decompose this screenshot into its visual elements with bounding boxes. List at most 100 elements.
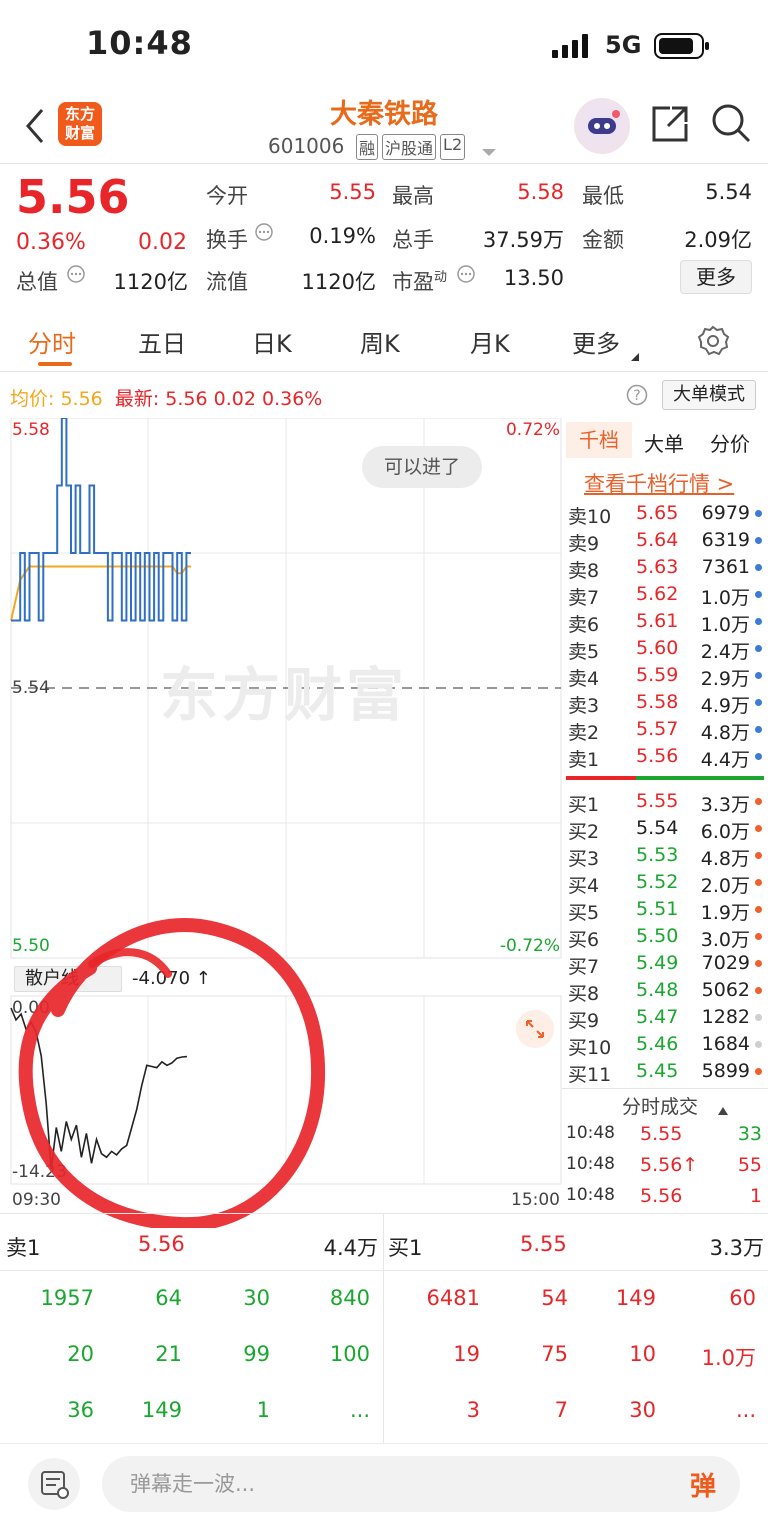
bid-row[interactable]: 买3 5.53 4.8万 xyxy=(562,842,768,870)
book-tab-big[interactable]: 大单 xyxy=(644,428,684,457)
danmu-list-icon[interactable] xyxy=(28,1458,80,1510)
level-price: 5.54 xyxy=(636,817,679,839)
tab-day-k[interactable]: 日K xyxy=(252,324,292,359)
field-label: 金额 xyxy=(582,228,624,252)
share-icon[interactable] xyxy=(650,104,690,144)
more-info-icon[interactable] xyxy=(254,222,274,242)
level-label: 卖2 xyxy=(568,722,600,744)
bid-row[interactable]: 买8 5.48 5062 xyxy=(562,977,768,1005)
assistant-avatar-icon[interactable] xyxy=(574,98,630,154)
help-icon[interactable]: ? xyxy=(626,384,648,406)
level-dot xyxy=(755,726,762,733)
expand-icon[interactable] xyxy=(516,1010,554,1048)
ask-row[interactable]: 卖10 5.65 6979 xyxy=(562,500,768,528)
tab-intraday[interactable]: 分时 xyxy=(28,324,76,359)
field-value: 0.19% xyxy=(309,224,376,248)
stock-header: 东方 财富 大秦铁路 601006 融 沪股通 L2 xyxy=(0,90,768,164)
tick-volume: 55 xyxy=(737,1154,762,1176)
svg-text:?: ? xyxy=(633,388,640,404)
tick-row: 10:48 5.55 33 xyxy=(562,1120,768,1151)
book-tab-price[interactable]: 分价 xyxy=(710,428,750,457)
bid-row[interactable]: 买7 5.49 7029 xyxy=(562,950,768,978)
danmu-input[interactable]: 弹幕走一波... xyxy=(102,1456,682,1512)
status-time: 10:48 xyxy=(86,24,193,62)
order-cell: 149 xyxy=(141,1398,182,1422)
level-label: 买5 xyxy=(568,902,600,924)
more-info-icon[interactable] xyxy=(456,264,476,284)
ask-row[interactable]: 卖7 5.62 1.0万 xyxy=(562,581,768,609)
level-dot xyxy=(755,879,762,886)
tab-more[interactable]: 更多 xyxy=(572,324,620,359)
pct-label-top: 0.72% xyxy=(505,420,560,440)
divider xyxy=(0,1270,768,1271)
level-dot xyxy=(755,537,762,544)
level-price: 5.47 xyxy=(636,1006,679,1028)
bid-row[interactable]: 买5 5.51 1.9万 xyxy=(562,896,768,924)
bid-row[interactable]: 买9 5.47 1282 xyxy=(562,1004,768,1032)
ask-row[interactable]: 卖3 5.58 4.9万 xyxy=(562,689,768,717)
pct-label-bottom: -0.72% xyxy=(499,936,560,956)
ask-row[interactable]: 卖9 5.64 6319 xyxy=(562,527,768,555)
danmu-send-button[interactable]: 弹 xyxy=(680,1456,740,1512)
field-label: 最高 xyxy=(392,184,434,208)
level-price: 5.56 xyxy=(636,745,679,767)
level-label: 卖7 xyxy=(568,587,600,609)
book-tab-thousand[interactable]: 千档 xyxy=(566,422,632,458)
more-info-icon[interactable] xyxy=(66,264,86,284)
bid-row[interactable]: 买6 5.50 3.0万 xyxy=(562,923,768,951)
ask-row[interactable]: 卖8 5.63 7361 xyxy=(562,554,768,582)
more-button[interactable]: 更多 xyxy=(680,260,752,294)
level1-detail: 卖1 5.56 4.4万 买1 5.55 3.3万 1957 64 30 840 20 2… xyxy=(0,1213,768,1444)
bid-row[interactable]: 买4 5.52 2.0万 xyxy=(562,869,768,897)
intraday-chart[interactable]: 东方财富 5.58 5.54 5.50 0.72% -0.72% 可以进了 散户… xyxy=(0,417,562,1228)
bid-row[interactable]: 买11 5.45 5899 xyxy=(562,1058,768,1086)
danmu-input-bar: 弹幕走一波... 弹 xyxy=(0,1443,768,1516)
order-cell: 64 xyxy=(155,1286,182,1310)
level-label: 卖4 xyxy=(568,668,600,690)
order-cell: 1957 xyxy=(40,1286,94,1310)
level-label: 卖5 xyxy=(568,641,600,663)
tab-week-k[interactable]: 周K xyxy=(360,324,400,359)
ask-row[interactable]: 卖4 5.59 2.9万 xyxy=(562,662,768,690)
ticks-header[interactable]: 分时成交 xyxy=(622,1092,698,1119)
level-price: 5.65 xyxy=(636,502,679,524)
settings-gear-icon[interactable] xyxy=(696,324,730,358)
sell1-vol: 4.4万 xyxy=(323,1236,378,1260)
level-price: 5.63 xyxy=(636,556,679,578)
level-volume: 7361 xyxy=(701,556,750,578)
level-price: 5.45 xyxy=(636,1060,679,1082)
tick-time: 10:48 xyxy=(566,1154,615,1174)
level-label: 买8 xyxy=(568,983,600,1005)
change-pct: 0.36% xyxy=(16,230,86,255)
level-volume: 2.0万 xyxy=(700,875,750,897)
bid-row[interactable]: 买1 5.55 3.3万 xyxy=(562,788,768,816)
latest-value: 5.56 xyxy=(165,388,208,410)
ask-row[interactable]: 卖5 5.60 2.4万 xyxy=(562,635,768,663)
ask-row[interactable]: 卖2 5.57 4.8万 xyxy=(562,716,768,744)
field-label: 今开 xyxy=(206,184,248,208)
level-price: 5.51 xyxy=(636,898,679,920)
level-label: 买11 xyxy=(568,1064,612,1086)
danmu-button-label: 弹 xyxy=(690,1472,717,1502)
dropdown-icon[interactable] xyxy=(482,142,496,156)
level-dot xyxy=(755,987,762,994)
stock-badges: 融 沪股通 L2 xyxy=(356,134,466,160)
stock-code: 601006 xyxy=(268,134,345,158)
bid-row[interactable]: 买10 5.46 1684 xyxy=(562,1031,768,1059)
bid-row[interactable]: 买2 5.54 6.0万 xyxy=(562,815,768,843)
search-icon[interactable] xyxy=(710,102,752,144)
field-value: 5.55 xyxy=(329,180,376,204)
field-value: 1120亿 xyxy=(113,270,188,294)
avg-label: 均价: xyxy=(10,388,55,410)
sell1-label: 卖1 xyxy=(6,1236,41,1260)
tab-month-k[interactable]: 月K xyxy=(470,324,510,359)
view-depth-link[interactable]: 查看千档行情 > xyxy=(584,468,734,498)
ask-row[interactable]: 卖1 5.56 4.4万 xyxy=(562,743,768,771)
network-label: 5G xyxy=(605,31,642,59)
tab-5day[interactable]: 五日 xyxy=(138,324,186,359)
field-label: 总手 xyxy=(392,228,434,252)
ask-row[interactable]: 卖6 5.61 1.0万 xyxy=(562,608,768,636)
big-order-mode-button[interactable]: 大单模式 xyxy=(662,380,756,410)
level-price: 5.46 xyxy=(636,1033,679,1055)
signal-icon xyxy=(552,34,594,58)
